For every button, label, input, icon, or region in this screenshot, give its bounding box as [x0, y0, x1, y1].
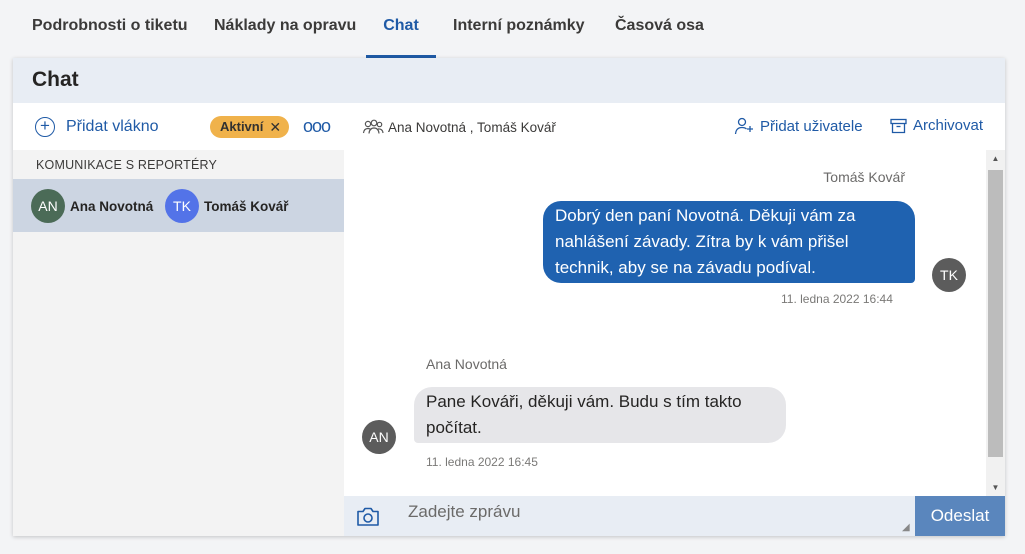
message-sender: Ana Novotná: [426, 356, 507, 372]
status-filter-badge[interactable]: Aktivní ✕: [210, 116, 290, 138]
message-sender: Tomáš Kovář: [823, 169, 905, 185]
tab-chat[interactable]: Chat: [366, 0, 436, 58]
thread-toolbar: + Přidat vlákno Aktivní ✕ ooo: [13, 103, 344, 150]
thread-item[interactable]: AN Ana Novotná TK Tomáš Kovář: [13, 179, 344, 232]
add-thread-button[interactable]: + Přidat vlákno: [35, 117, 159, 137]
message-text: Pane Kováři, děkuji vám. Budu s tím takt…: [426, 392, 742, 411]
panel-header: Chat: [13, 58, 1005, 103]
more-horizontal-icon[interactable]: ooo: [303, 117, 331, 135]
scroll-down-icon[interactable]: ▼: [986, 479, 1005, 496]
archive-button[interactable]: Archivovat: [890, 117, 983, 134]
panel-title: Chat: [32, 68, 79, 91]
archive-label: Archivovat: [913, 117, 984, 134]
conversation-toolbar: Ana Novotná , Tomáš Kovář Přidat uživate…: [344, 103, 1005, 150]
resize-grip-icon[interactable]: ◢: [902, 522, 910, 533]
message-timestamp: 11. ledna 2022 16:44: [781, 292, 893, 306]
message-composer: ◢ Odeslat: [344, 496, 1005, 536]
plus-circle-icon: +: [35, 117, 55, 137]
avatar: AN: [31, 189, 65, 223]
scrollbar-thumb[interactable]: [988, 170, 1003, 457]
avatar: TK: [932, 258, 966, 292]
message-text: nahlášení závady. Zítra by k vám přišel: [555, 232, 849, 251]
thread-user: AN Ana Novotná: [31, 189, 153, 223]
add-user-label: Přidat uživatele: [760, 117, 863, 135]
message-list[interactable]: Tomáš Kovář Dobrý den paní Novotná. Děku…: [344, 150, 1005, 496]
thread-user-name: Ana Novotná: [70, 198, 154, 214]
message-input[interactable]: [394, 496, 916, 536]
message-text: Dobrý den paní Novotná. Děkuji vám za: [555, 206, 856, 225]
send-button[interactable]: Odeslat: [915, 496, 1005, 536]
message-bubble: Dobrý den paní Novotná. Děkuji vám za na…: [543, 201, 915, 283]
tab-timeline[interactable]: Časová osa: [615, 0, 704, 58]
participants-label: Ana Novotná , Tomáš Kovář: [388, 119, 556, 135]
person-add-icon: [734, 117, 753, 135]
section-label: KOMUNIKACE S REPORTÉRY: [36, 158, 218, 172]
avatar: AN: [362, 420, 396, 454]
scroll-up-icon[interactable]: ▲: [986, 150, 1005, 167]
chat-panel: Chat + Přidat vlákno Aktivní ✕ ooo KOMUN…: [13, 58, 1005, 536]
add-thread-label: Přidat vlákno: [66, 118, 159, 135]
participants: Ana Novotná , Tomáš Kovář: [362, 119, 556, 135]
camera-icon[interactable]: [356, 506, 380, 532]
close-icon[interactable]: ✕: [269, 116, 281, 138]
archive-icon: [890, 118, 907, 133]
tab-internal-notes[interactable]: Interní poznámky: [453, 0, 585, 58]
tab-ticket-details[interactable]: Podrobnosti o tiketu: [32, 0, 188, 58]
thread-user: TK Tomáš Kovář: [165, 189, 289, 223]
tab-repair-costs[interactable]: Náklady na opravu: [214, 0, 356, 58]
conversation: Ana Novotná , Tomáš Kovář Přidat uživate…: [344, 103, 1005, 536]
thread-list: + Přidat vlákno Aktivní ✕ ooo KOMUNIKACE…: [13, 103, 344, 536]
status-filter-label: Aktivní: [220, 119, 264, 134]
people-icon: [362, 119, 384, 134]
avatar: TK: [165, 189, 199, 223]
message-text: technik, aby se na závadu podíval.: [555, 258, 816, 277]
add-user-button[interactable]: Přidat uživatele: [734, 117, 863, 135]
scrollbar[interactable]: ▲ ▼: [986, 150, 1005, 496]
message-timestamp: 11. ledna 2022 16:45: [426, 455, 538, 469]
message-bubble: Pane Kováři, děkuji vám. Budu s tím takt…: [414, 387, 786, 443]
tab-bar: Podrobnosti o tiketu Náklady na opravu C…: [0, 0, 1025, 58]
message-text: počítat.: [426, 418, 482, 437]
thread-user-name: Tomáš Kovář: [204, 198, 289, 214]
